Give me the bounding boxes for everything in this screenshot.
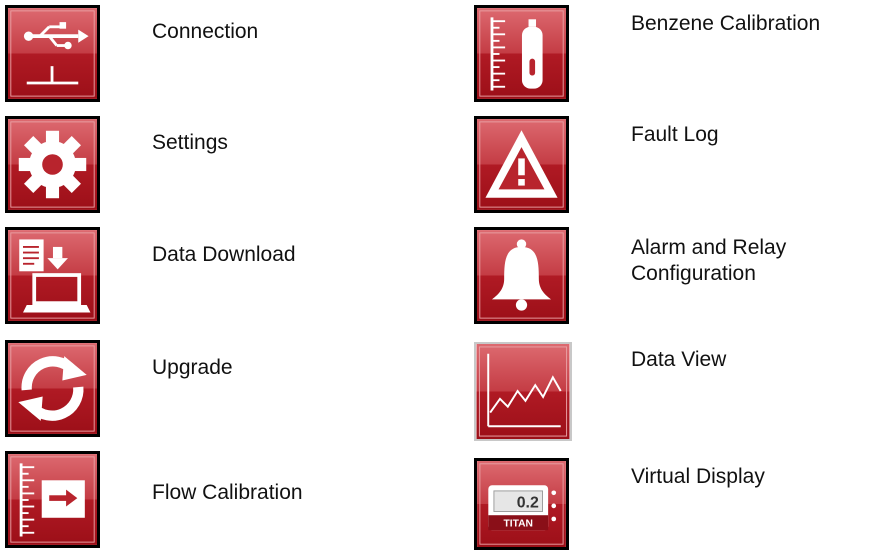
data-view-label[interactable]: Data View	[631, 347, 726, 372]
benzene-calibration-label[interactable]: Benzene Calibration	[631, 11, 820, 36]
refresh-arrows-icon	[8, 343, 97, 434]
connection-label[interactable]: Connection	[152, 19, 258, 44]
fault-log-label[interactable]: Fault Log	[631, 122, 719, 147]
usb-icon	[8, 8, 97, 99]
alarm-relay-label-line1[interactable]: Alarm and Relay	[631, 235, 786, 260]
gear-icon	[8, 119, 97, 210]
data-download-label[interactable]: Data Download	[152, 242, 296, 267]
fault-log-tile[interactable]	[474, 116, 569, 213]
bell-icon	[477, 230, 566, 321]
settings-label[interactable]: Settings	[152, 130, 228, 155]
virtual-display-label[interactable]: Virtual Display	[631, 464, 765, 489]
warning-triangle-icon	[477, 119, 566, 210]
alarm-relay-tile[interactable]	[474, 227, 569, 324]
gas-cylinder-scale-icon	[477, 8, 566, 99]
alarm-relay-label-line2[interactable]: Configuration	[631, 261, 756, 286]
flow-calibration-label[interactable]: Flow Calibration	[152, 480, 303, 505]
data-download-tile[interactable]	[5, 227, 100, 324]
data-view-tile[interactable]	[474, 342, 572, 441]
display-value-text: 0.2	[517, 495, 539, 512]
benzene-calibration-tile[interactable]	[474, 5, 569, 102]
line-graph-icon	[476, 344, 570, 439]
connection-tile[interactable]	[5, 5, 100, 102]
scale-arrow-icon	[8, 454, 97, 545]
download-to-computer-icon	[8, 230, 97, 321]
display-brand-text: TITAN	[503, 518, 532, 529]
upgrade-tile[interactable]	[5, 340, 100, 437]
virtual-display-tile[interactable]: 0.2 TITAN	[474, 458, 569, 550]
device-display-icon: 0.2 TITAN	[477, 461, 566, 547]
settings-tile[interactable]	[5, 116, 100, 213]
upgrade-label[interactable]: Upgrade	[152, 355, 233, 380]
flow-calibration-tile[interactable]	[5, 451, 100, 548]
